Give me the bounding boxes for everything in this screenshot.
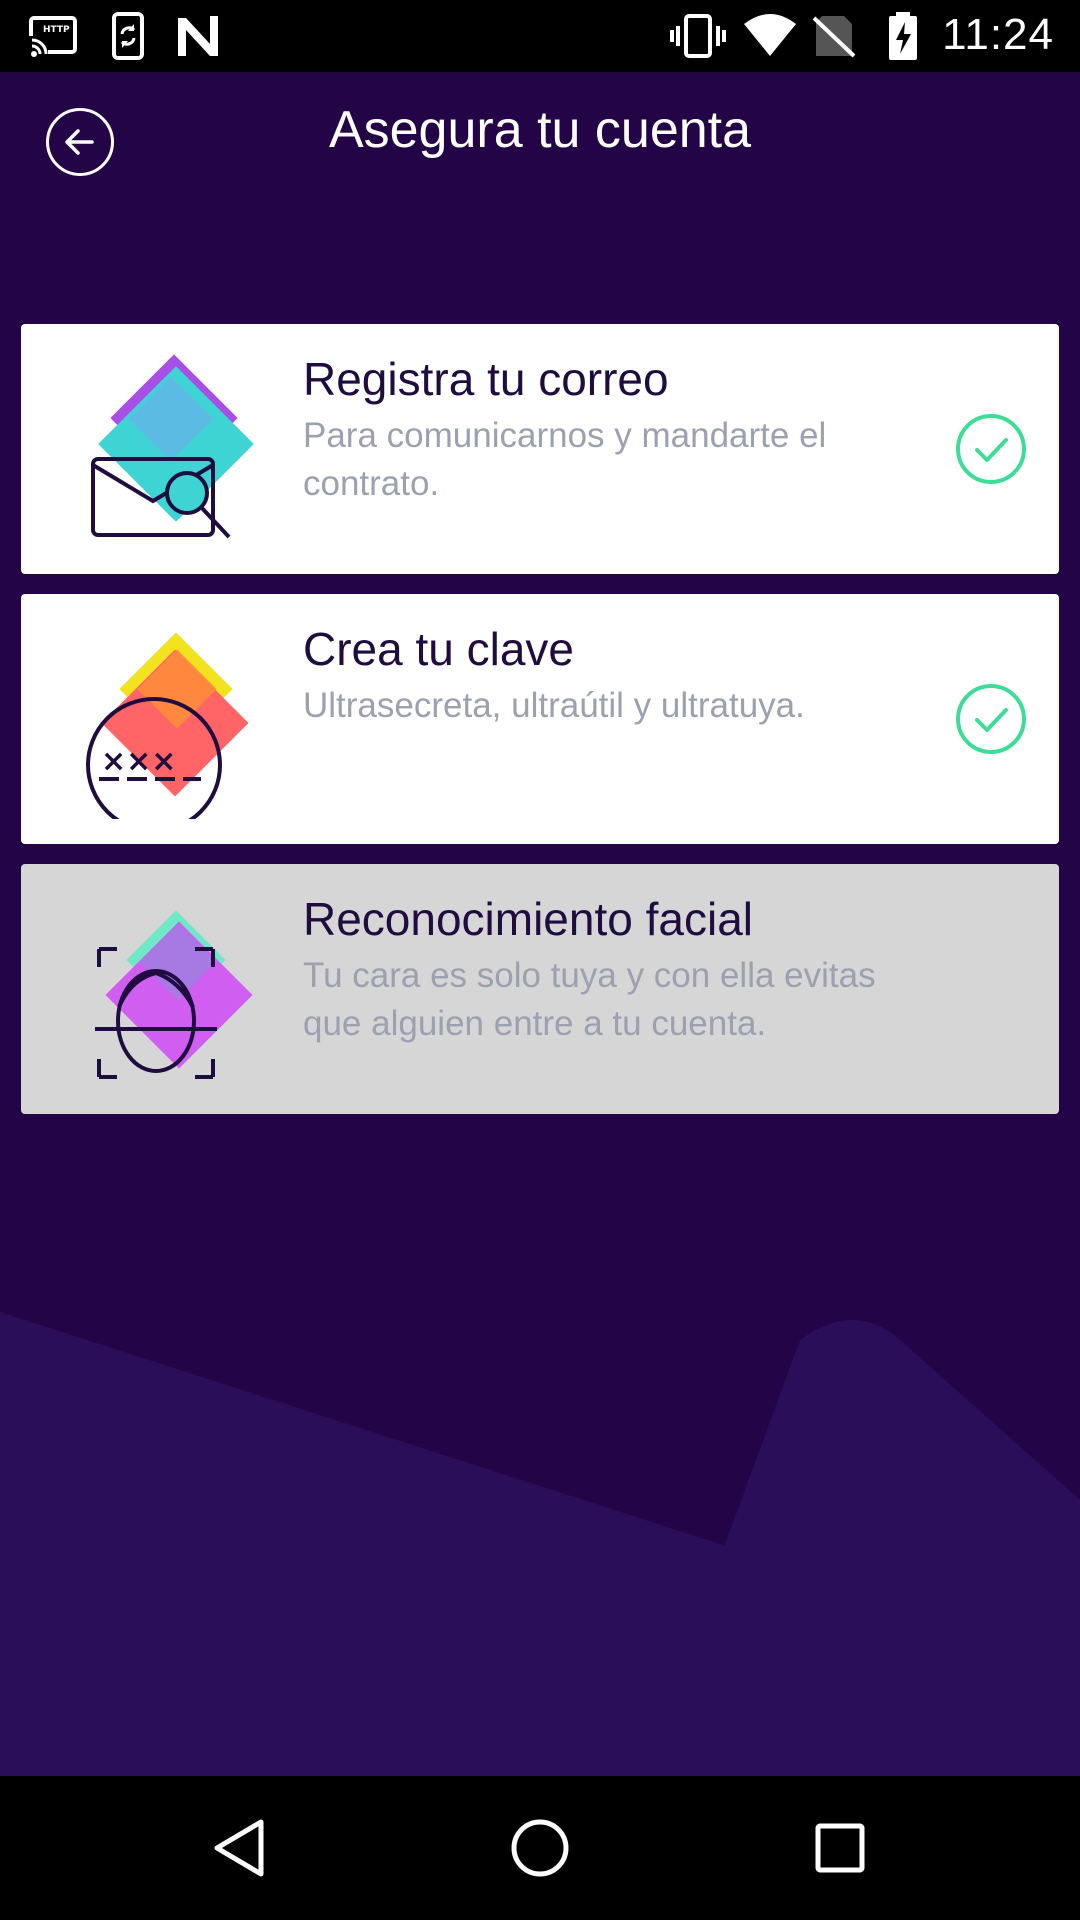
wifi-icon — [744, 14, 796, 56]
navigation-bar — [0, 1776, 1080, 1920]
card-title: Crea tu clave — [303, 623, 575, 675]
card-description: Ultrasecreta, ultraútil y ultratuya. — [303, 686, 805, 725]
card-face-recognition[interactable]: Reconocimiento facial Tu cara es solo tu… — [21, 864, 1059, 1114]
card-title: Reconocimiento facial — [303, 893, 754, 945]
status-time: 11:24 — [942, 10, 1054, 59]
back-triangle-icon[interactable] — [205, 1812, 277, 1884]
card-title: Registra tu correo — [303, 353, 669, 405]
vibrate-icon — [670, 14, 726, 58]
check-circle-icon — [956, 414, 1026, 484]
svg-text:×××: ××× — [101, 744, 176, 779]
svg-text:HTTP: HTTP — [43, 25, 70, 35]
password-icon: ××× — [86, 632, 249, 819]
card-description: Tu cara es solo tuya y con ella evitas q… — [303, 956, 876, 1043]
check-circle-icon — [956, 684, 1026, 754]
page-title: Asegura tu cuenta — [328, 101, 752, 159]
card-description: Para comunicarnos y mandarte el contrato… — [303, 416, 827, 503]
home-circle-icon[interactable] — [504, 1812, 576, 1884]
recents-square-icon[interactable] — [804, 1812, 876, 1884]
card-register-email[interactable]: Registra tu correo Para comunicarnos y m… — [21, 324, 1059, 574]
no-sim-icon — [812, 16, 856, 58]
phone-sync-icon — [112, 12, 144, 60]
cast-http-icon: HTTP — [28, 16, 77, 60]
email-search-icon — [91, 354, 254, 539]
face-recognition-icon — [95, 910, 253, 1079]
status-bar: HTTP 11:24 — [0, 0, 1080, 72]
battery-charging-icon — [889, 12, 917, 60]
n-notification-icon — [178, 16, 218, 56]
card-create-password[interactable]: ××× Crea tu clave Ultrasecreta, ultraúti… — [21, 594, 1059, 844]
